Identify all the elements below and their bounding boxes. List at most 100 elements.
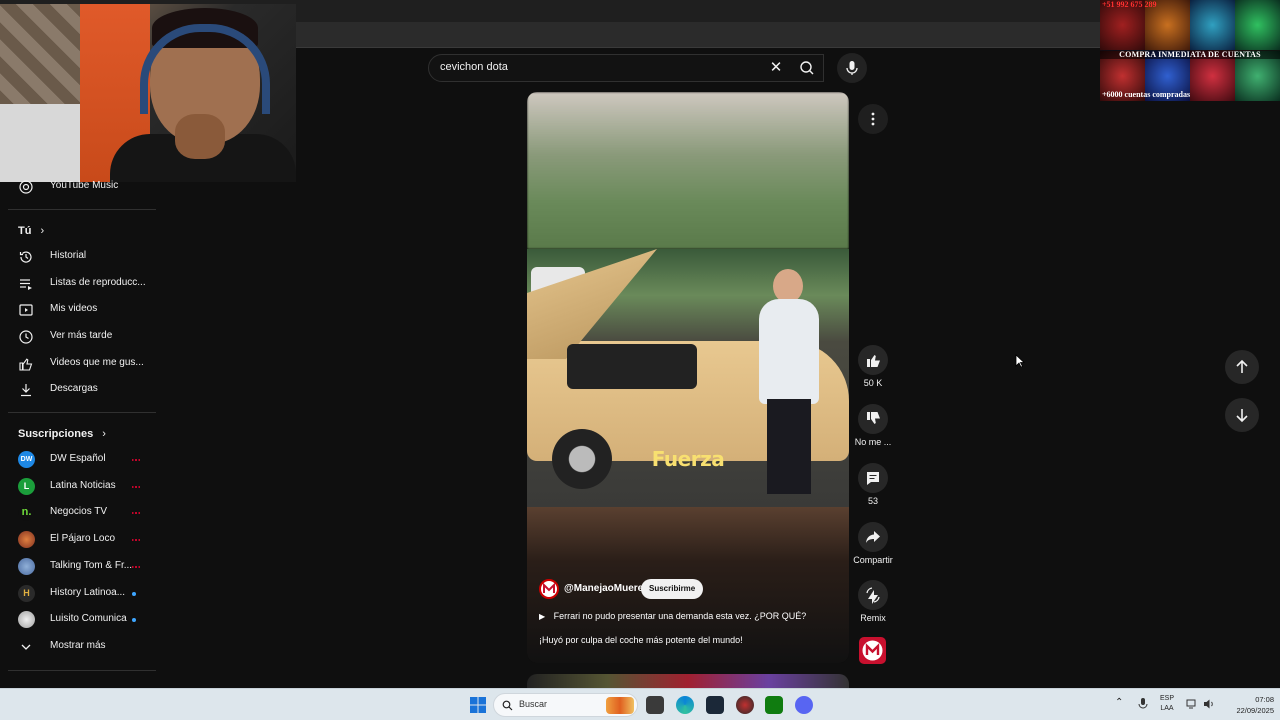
sidebar-divider (8, 209, 156, 210)
subscription-item[interactable]: El Pájaro Loco (4, 527, 156, 553)
chevron-right-icon: › (102, 428, 106, 440)
subscription-item[interactable]: Luisito Comunica (4, 607, 156, 633)
clock-time: 07:08 (1255, 695, 1274, 704)
my-videos-icon (19, 304, 33, 316)
streamer-hand (175, 114, 225, 159)
playlists-icon (20, 279, 32, 290)
search-box[interactable]: cevichon dota ✕ (428, 54, 824, 82)
next-short-button[interactable] (1225, 398, 1259, 432)
more-vertical-icon (871, 112, 875, 126)
taskbar-search-label: Buscar (519, 699, 548, 709)
microphone-icon (846, 61, 858, 75)
taskbar-search[interactable]: Buscar (493, 693, 638, 717)
history-icon (19, 251, 32, 263)
network-icon[interactable] (1186, 698, 1198, 710)
you-heading-label: Tú (18, 225, 32, 237)
search-button[interactable] (793, 55, 821, 81)
search-icon (502, 700, 513, 711)
live-indicator-icon (132, 486, 140, 488)
sidebar-item-label: Historial (50, 250, 87, 261)
obs-icon[interactable] (736, 696, 754, 714)
language-indicator[interactable]: ESP LAA (1156, 694, 1178, 714)
subscription-item[interactable]: n. Negocios TV (4, 500, 156, 526)
webcam-overlay (0, 4, 296, 182)
more-options-button[interactable] (858, 104, 888, 134)
man-head (773, 269, 803, 303)
subscription-item[interactable]: L Latina Noticias (4, 474, 156, 500)
short-description: ¡Huyó por culpa del coche más potente de… (539, 635, 743, 645)
remix-label: Remix (860, 613, 886, 623)
language-code: ESP (1159, 695, 1174, 702)
stream-ad-banner: +51 992 675 289 COMPRA INMEDIATA DE CUEN… (1100, 0, 1280, 101)
channel-avatar[interactable] (539, 579, 559, 599)
mouse-cursor-icon (1015, 354, 1025, 368)
ad-headline: COMPRA INMEDIATA DE CUENTAS (1100, 50, 1280, 59)
subscribe-button[interactable]: Suscribirme (641, 579, 704, 599)
show-more-button[interactable]: Mostrar más (4, 634, 156, 660)
voice-search-button[interactable] (837, 53, 867, 83)
channel-name-link[interactable]: @ManejaoMuere (564, 583, 643, 594)
subscription-item[interactable]: DW DW Español (4, 447, 156, 473)
taskbar-clock[interactable]: 07:08 22/09/2025 (1224, 694, 1274, 716)
short-video-player[interactable]: Fuerza @ManejaoMuere Suscribirme ▶ Ferra… (527, 92, 849, 663)
sidebar-item-label: Mis videos (50, 303, 98, 314)
subscription-item[interactable]: H History Latinoa... (4, 581, 156, 607)
channel-avatar: L (18, 478, 35, 495)
sidebar-item-label: Videos que me gus... (50, 357, 144, 368)
sidebar-item-label: Ver más tarde (50, 330, 113, 341)
sidebar-item-watch-later[interactable]: Ver más tarde (4, 324, 156, 350)
man-shirt (759, 299, 819, 404)
clear-search-icon[interactable]: ✕ (767, 59, 785, 77)
xbox-icon[interactable] (765, 696, 783, 714)
edge-browser-icon[interactable] (676, 696, 694, 714)
remix-button[interactable] (858, 580, 888, 610)
sidebar-item-liked-videos[interactable]: Videos que me gus... (4, 351, 156, 377)
previous-short-button[interactable] (1225, 350, 1259, 384)
channel-avatar: DW (18, 451, 35, 468)
ad-artwork-tile (1190, 0, 1235, 50)
subscription-item[interactable]: Talking Tom & Fr... (4, 554, 156, 580)
short-title[interactable]: ▶ Ferrari no pudo presentar una demanda … (539, 611, 806, 621)
search-input[interactable]: cevichon dota (440, 61, 508, 73)
subscription-label: Luisito Comunica (50, 613, 127, 624)
subscriptions-heading[interactable]: Suscripciones › (18, 428, 106, 440)
windows-start-icon[interactable] (470, 697, 486, 713)
share-button[interactable] (858, 522, 888, 552)
like-button[interactable] (858, 345, 888, 375)
discord-icon[interactable] (795, 696, 813, 714)
subscription-label: Negocios TV (50, 506, 108, 517)
sidebar-item-label: Listas de reproducc... (50, 277, 146, 288)
dislike-label: No me ... (854, 437, 892, 447)
ad-subline: +6000 cuentas compradas (1102, 90, 1191, 99)
live-indicator-icon (132, 566, 140, 568)
live-indicator-icon (132, 539, 140, 541)
sidebar-divider (8, 670, 156, 671)
task-view-icon[interactable] (646, 696, 664, 714)
video-caption-overlay: Fuerza (651, 447, 725, 471)
sidebar-item-youtube-music[interactable]: YouTube Music (4, 174, 156, 200)
play-triangle-icon: ▶ (539, 612, 546, 621)
sidebar-divider (8, 412, 156, 413)
sidebar-item-history[interactable]: Historial (4, 244, 156, 270)
video-frame: Fuerza (527, 249, 849, 507)
volume-icon[interactable] (1203, 698, 1215, 710)
sidebar-item-playlists[interactable]: Listas de reproducc... (4, 271, 156, 297)
subscription-label: DW Español (50, 453, 106, 464)
share-icon (866, 531, 880, 543)
screen: cevichon dota ✕ +51 992 675 289 COMPRA I… (0, 0, 1280, 720)
channel-logo-button[interactable] (859, 637, 886, 664)
steam-icon[interactable] (706, 696, 724, 714)
sidebar-item-my-videos[interactable]: Mis videos (4, 297, 156, 323)
channel-avatar (18, 531, 35, 548)
you-section-heading[interactable]: Tú › (18, 225, 44, 237)
thumbs-down-icon (867, 412, 880, 424)
sidebar-item-downloads[interactable]: Descargas (4, 377, 156, 403)
tray-chevron-up-icon[interactable]: ⌃ (1115, 698, 1123, 708)
comments-button[interactable] (858, 463, 888, 493)
dislike-button[interactable] (858, 404, 888, 434)
windows-taskbar: Buscar ⌃ ESP LAA 07:08 22/09/2025 (0, 688, 1280, 720)
subscription-label: Latina Noticias (50, 480, 116, 491)
new-content-dot (132, 618, 136, 622)
next-short-preview[interactable] (527, 674, 849, 688)
tray-microphone-icon[interactable] (1137, 697, 1149, 711)
